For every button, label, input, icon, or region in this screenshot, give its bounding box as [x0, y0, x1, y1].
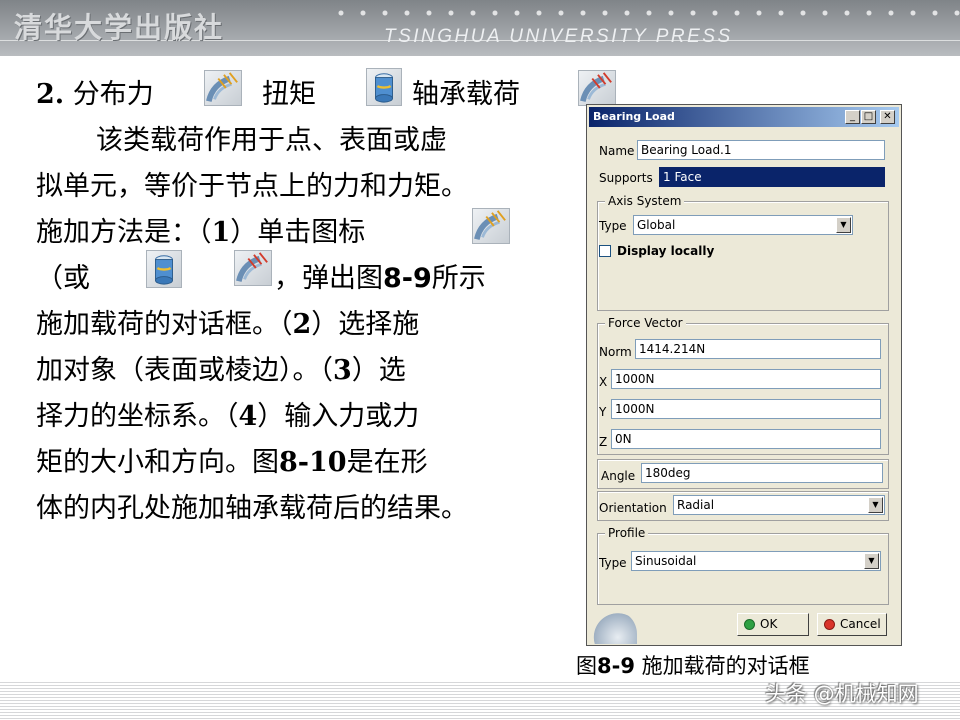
text-line-5-start: （或 — [36, 263, 90, 294]
maximize-button[interactable]: □ — [861, 110, 876, 124]
z-field[interactable]: 0N — [611, 429, 881, 449]
text-line-8: 择力的坐标系。（4）输入力或力 — [36, 401, 420, 432]
text-line-1: 2. 分布力 — [36, 72, 154, 111]
bearing-load-icon[interactable] — [578, 70, 616, 106]
profile-caption: Profile — [605, 526, 649, 540]
ok-icon — [744, 619, 755, 630]
chevron-down-icon[interactable]: ▼ — [864, 553, 879, 569]
section-number: 2. — [36, 79, 65, 110]
dialog-titlebar[interactable]: Bearing Load _ □ ✕ — [589, 107, 899, 127]
display-locally-label: Display locally — [617, 244, 715, 258]
bearing-load-dialog: Bearing Load _ □ ✕ Name Bearing Load.1 S… — [586, 104, 902, 646]
y-field[interactable]: 1000N — [611, 399, 881, 419]
angle-field[interactable]: 180deg — [641, 463, 883, 483]
orientation-label: Orientation — [599, 501, 667, 515]
text-line-10: 体的内孔处施加轴承载荷后的结果。 — [36, 493, 468, 524]
norm-label: Norm — [599, 345, 632, 359]
figure-caption: 图8-9 施加载荷的对话框 — [576, 654, 810, 678]
text-line-5-comma: ， — [274, 263, 301, 294]
distributed-force-label: 分布力 — [64, 79, 154, 110]
close-button[interactable]: ✕ — [880, 110, 895, 124]
publisher-name-en: TSINGHUA UNIVERSITY PRESS — [384, 26, 733, 47]
text-line-7: 加对象（表面或棱边）。（3）选 — [36, 355, 406, 386]
dialog-decoration — [589, 610, 637, 644]
profile-type-select[interactable]: Sinusoidal ▼ — [631, 551, 881, 571]
force-vector-caption: Force Vector — [605, 316, 686, 330]
bearing-load-icon[interactable] — [234, 250, 272, 286]
chevron-down-icon[interactable]: ▼ — [868, 497, 883, 513]
moment-label: 扭矩 — [262, 79, 316, 110]
publisher-name-cn: 清华大学出版社 — [14, 11, 225, 44]
text-line-5-end: 弹出图8-9所示 — [302, 263, 486, 294]
name-label: Name — [599, 144, 635, 158]
axis-type-label: Type — [599, 219, 627, 233]
axis-type-select[interactable]: Global ▼ — [633, 215, 853, 235]
header-dots — [330, 4, 960, 22]
axis-system-caption: Axis System — [605, 194, 685, 208]
name-field[interactable]: Bearing Load.1 — [637, 140, 885, 160]
bearing-load-label: 轴承载荷 — [412, 79, 520, 110]
distributed-force-icon[interactable] — [472, 208, 510, 244]
moment-icon[interactable] — [366, 68, 402, 106]
x-field[interactable]: 1000N — [611, 369, 881, 389]
norm-field[interactable]: 1414.214N — [635, 339, 881, 359]
orientation-select[interactable]: Radial ▼ — [673, 495, 885, 515]
text-line-4: 施加方法是：（1）单击图标 — [36, 217, 366, 248]
distributed-force-icon[interactable] — [204, 70, 242, 106]
supports-field[interactable]: 1 Face — [659, 167, 885, 187]
watermark: 头条 @机械知网 — [765, 682, 919, 706]
display-locally-checkbox[interactable] — [599, 245, 611, 257]
profile-type-label: Type — [599, 556, 627, 570]
moment-icon[interactable] — [146, 250, 182, 288]
x-label: X — [599, 375, 608, 389]
cancel-button[interactable]: Cancel — [817, 613, 887, 636]
text-line-3: 拟单元，等价于节点上的力和力矩。 — [36, 171, 468, 202]
text-line-6: 施加载荷的对话框。（2）选择施 — [36, 309, 420, 340]
minimize-button[interactable]: _ — [845, 110, 860, 124]
ok-button[interactable]: OK — [737, 613, 809, 636]
text-line-2: 该类载荷作用于点、表面或虚 — [96, 125, 447, 156]
supports-label: Supports — [599, 171, 653, 185]
angle-label: Angle — [601, 469, 636, 483]
z-label: Z — [599, 435, 608, 449]
chevron-down-icon[interactable]: ▼ — [836, 217, 851, 233]
text-line-9: 矩的大小和方向。图8-10是在形 — [36, 447, 428, 478]
cancel-icon — [824, 619, 835, 630]
y-label: Y — [599, 405, 607, 419]
dialog-title: Bearing Load — [593, 110, 675, 123]
header-banner: 清华大学出版社 TSINGHUA UNIVERSITY PRESS — [0, 0, 960, 56]
